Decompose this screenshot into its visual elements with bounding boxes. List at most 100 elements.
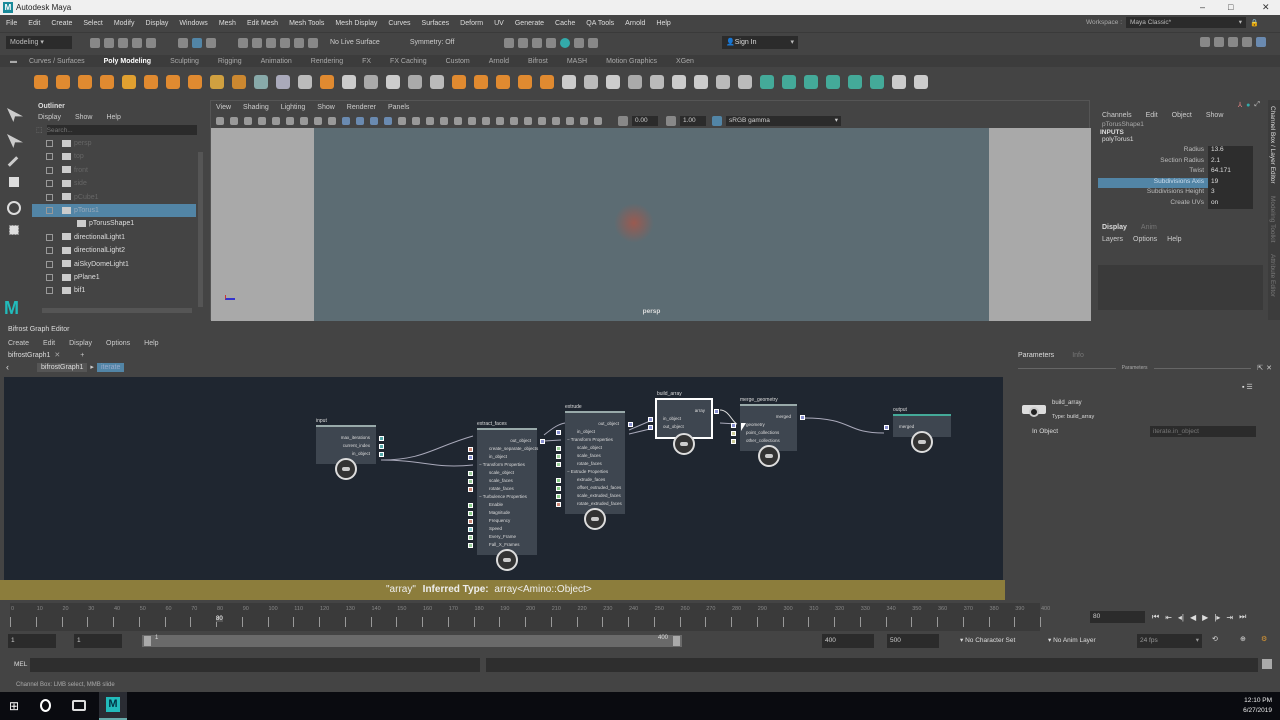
channelbox-menu-object[interactable]: Object: [1172, 112, 1192, 119]
viewport-tool-icon[interactable]: [566, 116, 574, 125]
viewport-tool-icon[interactable]: [524, 116, 532, 125]
3d-view[interactable]: persp: [211, 128, 1091, 321]
snap-point-icon[interactable]: [266, 37, 276, 48]
graph-menu-create[interactable]: Create: [8, 340, 29, 347]
exposure-field[interactable]: 0.00: [632, 115, 658, 126]
range-slider[interactable]: 1 400: [142, 635, 682, 647]
outliner-item[interactable]: aiSkyDomeLight1: [32, 258, 196, 271]
shelf-tool-icon[interactable]: [56, 74, 70, 89]
menu-edit[interactable]: Edit: [28, 20, 40, 27]
outliner-menu-show[interactable]: Show: [75, 114, 93, 121]
outliner-item[interactable]: front: [32, 164, 196, 177]
input-port[interactable]: [468, 510, 473, 516]
channel-row[interactable]: Subdivisions Axis 19: [1098, 177, 1268, 188]
character-controls-icon[interactable]: [1214, 37, 1224, 47]
workspace-dropdown[interactable]: Maya Classic* ▾: [1126, 17, 1247, 28]
viewport-tool-icon[interactable]: [342, 116, 350, 125]
shelf-tab-arnold[interactable]: Arnold: [489, 58, 509, 65]
menu-mesh-tools[interactable]: Mesh Tools: [289, 20, 324, 27]
lasso-tool-icon[interactable]: [7, 134, 23, 148]
shelf-tool-icon[interactable]: [342, 74, 356, 89]
expand-icon[interactable]: [46, 140, 53, 147]
open-scene-icon[interactable]: [104, 37, 114, 48]
node-badge-icon[interactable]: [496, 549, 518, 571]
input-port[interactable]: [468, 542, 473, 548]
step-back-frame-icon[interactable]: ◂|: [1178, 613, 1184, 622]
viewport-tool-icon[interactable]: [496, 116, 504, 125]
auto-key-icon[interactable]: ⊕: [1240, 635, 1246, 643]
input-port[interactable]: [468, 526, 473, 532]
preferences-icon[interactable]: ⚙: [1261, 635, 1267, 643]
input-port[interactable]: [556, 493, 561, 499]
shelf-tool-icon[interactable]: [518, 74, 532, 89]
select-component-icon[interactable]: [206, 37, 216, 48]
menu-uv[interactable]: UV: [494, 20, 504, 27]
tab-display[interactable]: Display: [1102, 224, 1127, 231]
node-badge-icon[interactable]: [911, 431, 933, 453]
mel-label[interactable]: MEL: [14, 661, 27, 668]
input-port[interactable]: [556, 453, 561, 459]
outliner-item[interactable]: side: [32, 177, 196, 190]
gamma-field[interactable]: 1.00: [680, 115, 706, 126]
viewport-tool-icon[interactable]: [412, 116, 420, 125]
menu-surfaces[interactable]: Surfaces: [422, 20, 450, 27]
fps-dropdown[interactable]: 24 fps ▾: [1137, 634, 1202, 648]
menu-curves[interactable]: Curves: [388, 20, 410, 27]
shelf-tab-bifrost[interactable]: Bifrost: [528, 58, 548, 65]
playback-start-field[interactable]: 1: [74, 634, 122, 648]
channel-name[interactable]: Subdivisions Height: [1098, 188, 1208, 199]
shelf-tool-icon[interactable]: [782, 74, 796, 89]
menu-mesh-display[interactable]: Mesh Display: [335, 20, 377, 27]
close-button[interactable]: ✕: [1262, 0, 1270, 15]
channel-value[interactable]: 13.6: [1208, 146, 1253, 157]
input-port[interactable]: [731, 438, 736, 444]
shelf-tool-icon[interactable]: [848, 74, 862, 89]
input-port[interactable]: [731, 422, 736, 428]
channel-box-icon[interactable]: [1256, 37, 1266, 47]
scene-end-field[interactable]: 500: [887, 634, 939, 648]
modeling-toolkit-icon[interactable]: [1200, 37, 1210, 47]
viewport-menu-lighting[interactable]: Lighting: [281, 104, 306, 111]
colorspace-dropdown[interactable]: sRGB gamma ▾: [726, 115, 841, 126]
graph-canvas[interactable]: input max_iterations current_index in_objec…: [4, 377, 1003, 580]
expand-icon[interactable]: [46, 247, 53, 255]
output-port[interactable]: [800, 414, 805, 420]
select-object-icon[interactable]: [192, 37, 202, 48]
shelf-tool-icon[interactable]: [188, 74, 202, 89]
symmetry-dropdown[interactable]: Symmetry: Off: [410, 39, 455, 46]
shelf-tool-icon[interactable]: [122, 74, 136, 89]
viewport-tool-icon[interactable]: [580, 116, 588, 125]
channel-value[interactable]: 2.1: [1208, 156, 1253, 167]
node-extract-faces[interactable]: extract_faces out_object create_separate_o…: [468, 421, 545, 555]
new-scene-icon[interactable]: [90, 37, 100, 48]
graph-menu-help[interactable]: Help: [144, 340, 158, 347]
shelf-tool-icon[interactable]: [628, 74, 642, 89]
node-badge-icon[interactable]: [673, 433, 695, 455]
output-port[interactable]: [379, 435, 384, 441]
viewport-tool-icon[interactable]: [370, 116, 378, 125]
shelf-tool-icon[interactable]: [430, 74, 444, 89]
range-start-handle[interactable]: [144, 636, 151, 646]
rotate-tool-icon[interactable]: [7, 201, 21, 215]
save-scene-icon[interactable]: [118, 37, 128, 48]
node-badge-icon[interactable]: [757, 445, 780, 467]
node-badge-icon[interactable]: [584, 508, 606, 530]
outliner-menu-display[interactable]: Display: [38, 114, 61, 121]
close-tab-icon[interactable]: ✕: [54, 351, 60, 359]
shelf-tab-poly-modeling[interactable]: Poly Modeling: [104, 58, 151, 65]
menu-help[interactable]: Help: [656, 20, 670, 27]
viewport-tool-icon[interactable]: [244, 116, 252, 125]
channel-value[interactable]: 3: [1208, 188, 1253, 199]
snap-grid-icon[interactable]: [238, 37, 248, 48]
shelf-tool-icon[interactable]: [826, 74, 840, 89]
playback-end-field[interactable]: 400: [822, 634, 874, 648]
float-icon[interactable]: ⇱: [1257, 364, 1263, 372]
script-editor-icon[interactable]: [1262, 659, 1272, 669]
ipr-render-icon[interactable]: [532, 37, 543, 48]
step-back-key-icon[interactable]: ⇤: [1165, 613, 1172, 622]
time-ruler[interactable]: 0 10 20 30 40 50 60 70 80 90 100 110 120 130 140 150 160…: [10, 603, 1050, 631]
graph-menu-edit[interactable]: Edit: [43, 340, 55, 347]
outliner-item[interactable]: pPlane1: [32, 271, 196, 284]
lock-icon[interactable]: 🔒: [1250, 19, 1259, 27]
menu-edit-mesh[interactable]: Edit Mesh: [247, 20, 278, 27]
